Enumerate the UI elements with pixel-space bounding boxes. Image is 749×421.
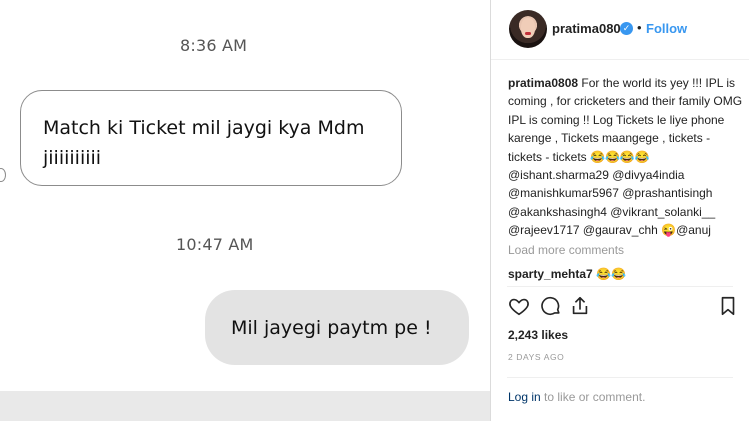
post-username[interactable]: pratima0808 [552, 21, 628, 36]
load-more-comments-link[interactable]: Load more comments [508, 243, 624, 257]
verified-badge-icon: ✓ [620, 22, 633, 35]
bookmark-icon[interactable] [717, 295, 739, 317]
outgoing-message-bubble: Mil jayegi paytm pe ! [205, 290, 469, 365]
follow-button[interactable]: Follow [646, 21, 687, 36]
caption-username[interactable]: pratima0808 [508, 76, 578, 90]
incoming-message-bubble: Match ki Ticket mil jaygi kya Mdm jiiiii… [20, 90, 402, 186]
login-prompt: Log in to like or comment. [508, 390, 645, 404]
login-separator [507, 377, 733, 378]
post-header: pratima0808 ✓ • Follow [491, 0, 749, 60]
separator-dot: • [637, 20, 642, 35]
chat-timestamp: 10:47 AM [176, 235, 254, 254]
outgoing-message-text: Mil jayegi paytm pe ! [231, 316, 432, 339]
avatar-face [521, 18, 535, 38]
comment-icon[interactable] [540, 295, 562, 317]
share-icon[interactable] [569, 295, 591, 317]
likes-count[interactable]: 2,243 likes [508, 328, 568, 342]
chat-bottom-bar [0, 391, 490, 421]
caption-text: For the world its yey !!! IPL is coming … [508, 76, 743, 238]
comment-username[interactable]: sparty_mehta7 [508, 267, 593, 281]
chat-edge-indicator [0, 168, 6, 182]
avatar-lips [525, 32, 531, 35]
comment-text: 😂😂 [592, 267, 626, 281]
avatar[interactable] [509, 10, 547, 48]
comment-item: sparty_mehta7 😂😂 [508, 267, 626, 281]
instagram-post-panel: pratima0808 ✓ • Follow pratima0808 For t… [491, 0, 749, 421]
post-caption: pratima0808 For the world its yey !!! IP… [508, 74, 744, 240]
chat-timestamp: 8:36 AM [180, 36, 248, 55]
actions-separator [507, 286, 733, 287]
post-time: 2 DAYS AGO [508, 352, 565, 362]
chat-screenshot: 8:36 AM Match ki Ticket mil jaygi kya Md… [0, 0, 490, 421]
login-prompt-text: to like or comment. [540, 390, 646, 404]
login-link[interactable]: Log in [508, 390, 541, 404]
heart-icon[interactable] [508, 295, 530, 317]
